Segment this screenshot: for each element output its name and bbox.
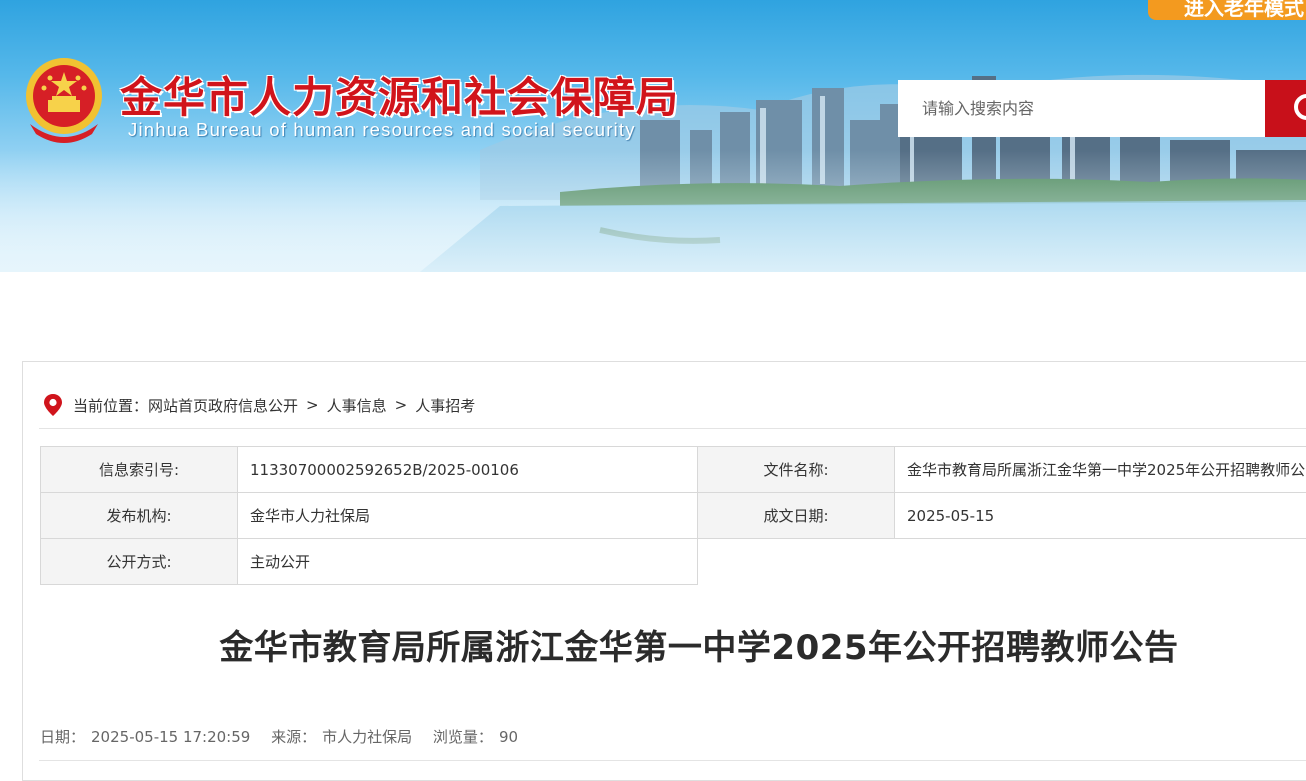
written-date-value: 2025-05-15 <box>895 493 1306 539</box>
disclosure-method-label: 公开方式: <box>41 539 238 585</box>
publisher-label: 发布机构: <box>41 493 238 539</box>
site-subtitle: Jinhua Bureau of human resources and soc… <box>128 119 636 141</box>
disclosure-method-value: 主动公开 <box>238 539 698 585</box>
breadcrumb-prefix: 当前位置： <box>73 395 148 416</box>
table-row: 公开方式: 主动公开 <box>41 539 1306 585</box>
source-value: 市人力社保局 <box>322 728 412 746</box>
breadcrumb-personnel-link[interactable]: 人事信息 <box>327 395 387 416</box>
site-title: 金华市人力资源和社会保障局 <box>120 64 679 125</box>
location-pin-icon <box>43 393 63 417</box>
views-count: 90 <box>499 728 518 746</box>
search-input[interactable] <box>898 80 1266 137</box>
article-title: 金华市教育局所属浙江金华第一中学2025年公开招聘教师公告 <box>23 620 1306 669</box>
table-row: 发布机构: 金华市人力社保局 成文日期: 2025-05-15 <box>41 493 1306 539</box>
info-table: 信息索引号: 11330700002592652B/2025-00106 文件名… <box>40 446 1306 585</box>
index-number-value: 11330700002592652B/2025-00106 <box>238 447 698 493</box>
header-banner: 金华市人力资源和社会保障局 Jinhua Bureau of human res… <box>0 0 1306 272</box>
divider <box>39 428 1306 429</box>
date-label: 日期： <box>40 728 85 746</box>
table-row: 信息索引号: 11330700002592652B/2025-00106 文件名… <box>41 447 1306 493</box>
breadcrumb: 当前位置： 网站首页政府信息公开 > 人事信息 > 人事招考 <box>43 392 475 418</box>
source-label: 来源： <box>271 728 316 746</box>
written-date-label: 成文日期: <box>698 493 895 539</box>
file-name-value: 金华市教育局所属浙江金华第一中学2025年公开招聘教师公告 <box>895 447 1306 493</box>
views-label: 浏览量： <box>433 728 493 746</box>
publish-date: 2025-05-15 17:20:59 <box>91 728 250 746</box>
breadcrumb-recruitment-link[interactable]: 人事招考 <box>415 395 475 416</box>
search-bar <box>898 80 1306 137</box>
breadcrumb-separator: > <box>306 396 319 414</box>
article-container: 当前位置： 网站首页政府信息公开 > 人事信息 > 人事招考 信息索引号: 11… <box>22 361 1306 781</box>
breadcrumb-separator: > <box>395 396 408 414</box>
breadcrumb-home-link[interactable]: 网站首页政府信息公开 <box>148 395 298 416</box>
search-icon <box>1294 94 1306 120</box>
empty-cell <box>698 539 1306 585</box>
search-button[interactable] <box>1265 80 1306 137</box>
publisher-value: 金华市人力社保局 <box>238 493 698 539</box>
index-number-label: 信息索引号: <box>41 447 238 493</box>
national-emblem-icon <box>20 54 108 148</box>
article-meta: 日期： 2025-05-15 17:20:59 来源： 市人力社保局 浏览量： 90 <box>40 726 524 747</box>
elder-mode-button[interactable]: 进入老年模式 <box>1148 0 1306 20</box>
divider <box>39 760 1306 761</box>
file-name-label: 文件名称: <box>698 447 895 493</box>
